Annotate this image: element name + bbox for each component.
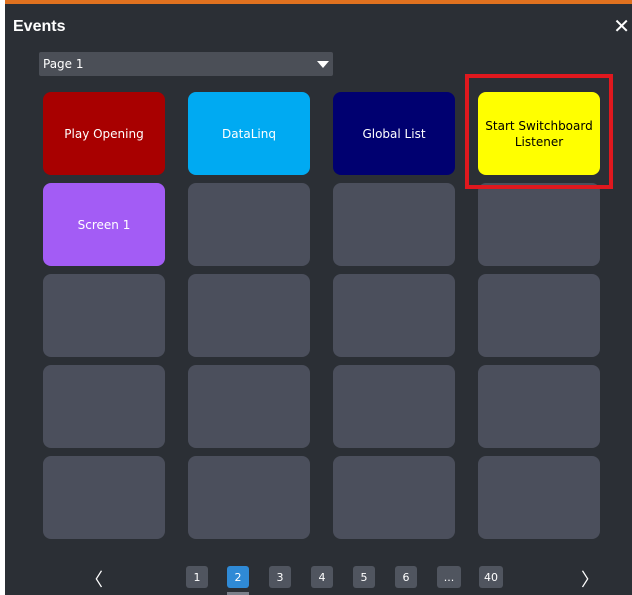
empty-event-tile[interactable] (478, 274, 600, 357)
page-button[interactable]: 1 (186, 566, 208, 588)
event-tile[interactable]: DataLinq (188, 92, 310, 175)
empty-event-tile[interactable] (188, 365, 310, 448)
empty-event-tile[interactable] (188, 183, 310, 266)
page-button[interactable]: 6 (395, 566, 417, 588)
chevron-down-icon (317, 61, 329, 68)
next-page-icon[interactable]: 〉 (581, 566, 599, 592)
page-select-value: Page 1 (43, 57, 84, 71)
event-tile[interactable]: Screen 1 (43, 183, 165, 266)
empty-event-tile[interactable] (478, 365, 600, 448)
pagination: 〈 〉 1 2 3 4 5 6... 40 (5, 566, 632, 595)
empty-event-tile[interactable] (188, 456, 310, 539)
empty-event-tile[interactable] (333, 274, 455, 357)
page-button[interactable]: 5 (353, 566, 375, 588)
empty-event-tile[interactable] (478, 183, 600, 266)
empty-event-tile[interactable] (43, 274, 165, 357)
event-tile[interactable]: Global List (333, 92, 455, 175)
empty-event-tile[interactable] (188, 274, 310, 357)
page-button[interactable]: 4 (311, 566, 333, 588)
prev-page-icon[interactable]: 〈 (85, 566, 103, 592)
page-more-button[interactable]: ... (437, 566, 461, 588)
empty-event-tile[interactable] (43, 365, 165, 448)
page-button[interactable]: 2 (227, 566, 249, 588)
close-icon[interactable]: ✕ (613, 16, 630, 36)
panel-title: Events (13, 18, 66, 35)
empty-event-tile[interactable] (333, 183, 455, 266)
empty-event-tile[interactable] (478, 456, 600, 539)
empty-event-tile[interactable] (333, 456, 455, 539)
page-select[interactable]: Page 1 (39, 52, 333, 76)
event-tile-grid: Play Opening DataLinq Global List Start Swi… (43, 92, 600, 539)
page-button[interactable]: 3 (269, 566, 291, 588)
empty-event-tile[interactable] (43, 456, 165, 539)
event-tile[interactable]: Play Opening (43, 92, 165, 175)
events-panel: Events ✕ Page 1 Play Opening DataLinq Glob… (5, 0, 632, 595)
empty-event-tile[interactable] (333, 365, 455, 448)
event-tile[interactable]: Start Switchboard Listener (478, 92, 600, 175)
page-button[interactable]: 40 (479, 566, 503, 588)
